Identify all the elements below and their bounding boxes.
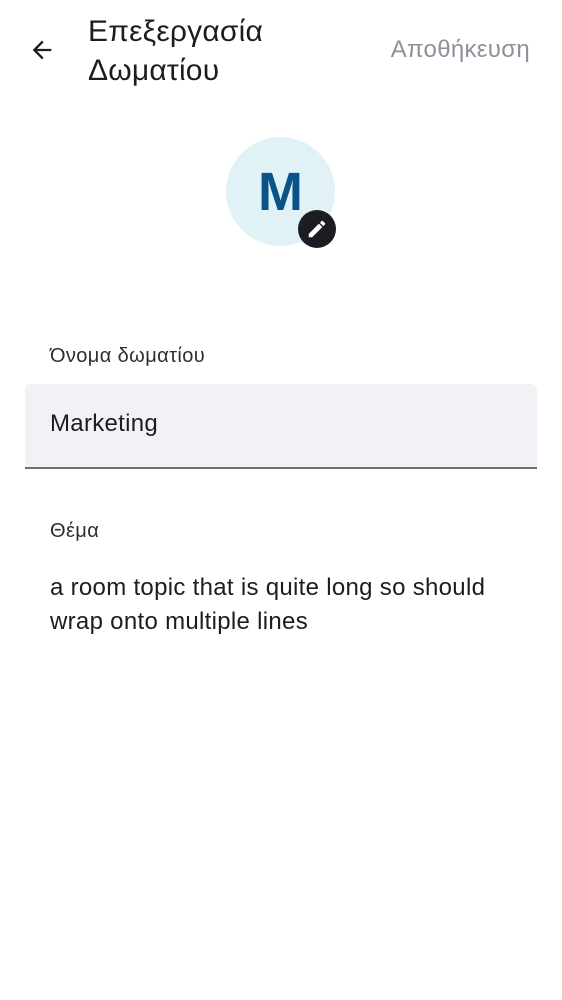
page-title: Επεξεργασία Δωματίου [88, 15, 264, 87]
room-name-label: Όνομα δωματίου [50, 345, 206, 367]
room-name-field[interactable]: Marketing [25, 384, 537, 469]
arrow-left-icon [32, 40, 52, 60]
room-avatar-button[interactable]: M [226, 137, 338, 249]
avatar-initial: M [258, 161, 303, 222]
edit-avatar-badge[interactable] [298, 210, 336, 248]
room-name-input-value[interactable]: Marketing [50, 408, 158, 440]
top-app-bar: Επεξεργασία Δωματίου Αποθήκευση [0, 0, 562, 100]
save-button[interactable]: Αποθήκευση [391, 34, 530, 66]
back-button[interactable] [20, 28, 64, 72]
topic-label: Θέμα [50, 520, 100, 542]
pencil-icon [308, 220, 326, 238]
topic-field[interactable]: a room topic that is quite long so shoul… [50, 571, 530, 639]
